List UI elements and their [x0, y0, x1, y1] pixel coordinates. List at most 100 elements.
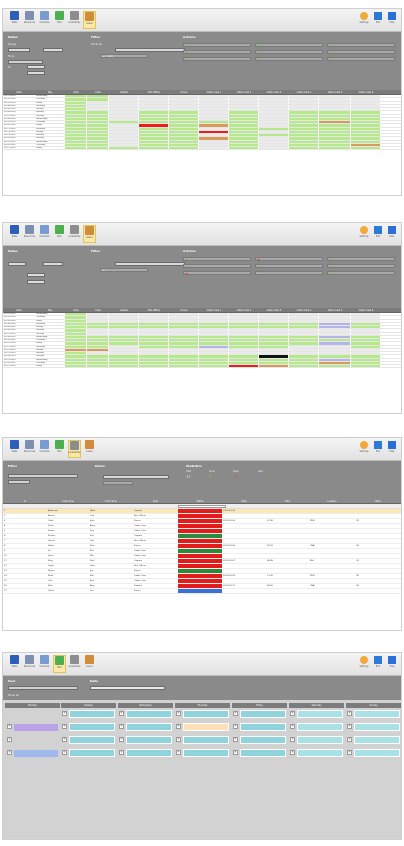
- shift-cell[interactable]: [87, 114, 109, 117]
- shift-cell[interactable]: [199, 326, 229, 329]
- shift-cell[interactable]: [199, 117, 229, 120]
- date-select-2[interactable]: [27, 280, 45, 284]
- shift-cell[interactable]: [87, 134, 109, 137]
- add-shift-button[interactable]: +: [176, 737, 181, 742]
- shift-cell[interactable]: [65, 124, 87, 127]
- action-button-8[interactable]: [327, 50, 395, 54]
- shift-cell[interactable]: [65, 147, 87, 150]
- shift-cell[interactable]: [229, 134, 259, 137]
- col-last-name[interactable]: Last name: [47, 499, 89, 503]
- add-shift-button[interactable]: +: [233, 724, 238, 729]
- shift-cell[interactable]: [199, 319, 229, 322]
- shift-cell[interactable]: [139, 121, 169, 124]
- col-duty[interactable]: Duty: [65, 90, 87, 94]
- shift-cell[interactable]: [351, 121, 381, 124]
- range-to-input[interactable]: [43, 262, 63, 266]
- shift-cell[interactable]: [87, 117, 109, 120]
- shift-cell[interactable]: [229, 316, 259, 319]
- col-cabin-6[interactable]: Cabin Crew 6: [351, 308, 381, 312]
- toolbar-button-settings[interactable]: Settings: [358, 226, 370, 243]
- shift-cell[interactable]: [289, 348, 319, 351]
- add-shift-button[interactable]: +: [7, 724, 12, 729]
- filter-input[interactable]: [8, 474, 78, 478]
- col-captain[interactable]: Captain: [109, 308, 139, 312]
- shift-cell[interactable]: [65, 352, 87, 355]
- shift-cell[interactable]: [169, 111, 199, 114]
- shift-slot[interactable]: [297, 710, 343, 718]
- toolbar-button-leave[interactable]: Leave: [83, 225, 96, 243]
- shift-cell[interactable]: [319, 339, 351, 342]
- shift-cell[interactable]: [109, 361, 139, 364]
- shift-cell[interactable]: [229, 143, 259, 146]
- shift-cell[interactable]: [65, 355, 87, 358]
- col-cabin-6[interactable]: Cabin Crew 6: [351, 90, 381, 94]
- shift-cell[interactable]: [229, 104, 259, 107]
- shift-cell[interactable]: [351, 358, 381, 361]
- shift-cell[interactable]: [229, 319, 259, 322]
- shift-cell[interactable]: [109, 147, 139, 150]
- shift-cell[interactable]: [229, 140, 259, 143]
- shift-cell[interactable]: [319, 316, 351, 319]
- shift-cell[interactable]: [229, 326, 259, 329]
- toolbar-button-resources[interactable]: Resources: [23, 11, 36, 29]
- shift-slot[interactable]: [240, 749, 286, 757]
- shift-cell[interactable]: [229, 361, 259, 364]
- shift-cell[interactable]: [229, 111, 259, 114]
- shift-cell[interactable]: [169, 114, 199, 117]
- shift-cell[interactable]: [139, 319, 169, 322]
- shift-cell[interactable]: [199, 335, 229, 338]
- shift-cell[interactable]: [139, 355, 169, 358]
- shift-cell[interactable]: [109, 98, 139, 101]
- shift-cell[interactable]: [109, 329, 139, 332]
- shift-cell[interactable]: [319, 108, 351, 111]
- shift-slot[interactable]: [354, 736, 400, 744]
- shift-cell[interactable]: [65, 134, 87, 137]
- shift-cell[interactable]: [199, 114, 229, 117]
- col-first-name[interactable]: First name: [89, 499, 133, 503]
- shift-cell[interactable]: [139, 342, 169, 345]
- shift-cell[interactable]: [169, 127, 199, 130]
- col-cabin-1[interactable]: Cabin Crew 1: [199, 308, 229, 312]
- shift-cell[interactable]: [139, 117, 169, 120]
- shift-cell[interactable]: [289, 95, 319, 98]
- col-crew[interactable]: Crew: [87, 90, 109, 94]
- shift-cell[interactable]: [229, 114, 259, 117]
- shift-cell[interactable]: [199, 108, 229, 111]
- shift-cell[interactable]: [351, 352, 381, 355]
- shift-cell[interactable]: [289, 313, 319, 316]
- shift-cell[interactable]: [319, 348, 351, 351]
- shift-cell[interactable]: [169, 352, 199, 355]
- shift-cell[interactable]: [229, 124, 259, 127]
- shift-cell[interactable]: [199, 313, 229, 316]
- shift-cell[interactable]: [289, 326, 319, 329]
- shift-cell[interactable]: [87, 130, 109, 133]
- shift-cell[interactable]: [229, 342, 259, 345]
- shift-cell[interactable]: [319, 137, 351, 140]
- shift-cell[interactable]: [259, 365, 289, 368]
- shift-cell[interactable]: [199, 134, 229, 137]
- shift-cell[interactable]: [139, 329, 169, 332]
- shift-cell[interactable]: [259, 316, 289, 319]
- shift-cell[interactable]: [199, 104, 229, 107]
- toolbar-button-plan[interactable]: Plan: [53, 225, 66, 243]
- shift-cell[interactable]: [351, 339, 381, 342]
- shift-cell[interactable]: [87, 322, 109, 325]
- apply-button[interactable]: [103, 481, 133, 485]
- shift-slot[interactable]: [69, 723, 115, 731]
- shift-cell[interactable]: [65, 361, 87, 364]
- shift-cell[interactable]: [319, 332, 351, 335]
- action-button-6[interactable]: [255, 271, 323, 275]
- action-button-5[interactable]: [255, 264, 323, 268]
- shift-slot[interactable]: [69, 710, 115, 718]
- shift-cell[interactable]: [139, 358, 169, 361]
- shift-cell[interactable]: [289, 134, 319, 137]
- shift-cell[interactable]: [109, 137, 139, 140]
- shift-cell[interactable]: [229, 348, 259, 351]
- shift-cell[interactable]: [169, 121, 199, 124]
- shift-cell[interactable]: [351, 316, 381, 319]
- shift-cell[interactable]: [109, 332, 139, 335]
- range-from-input[interactable]: [8, 48, 30, 52]
- shift-cell[interactable]: [109, 101, 139, 104]
- shift-cell[interactable]: [351, 111, 381, 114]
- action-button-7[interactable]: [327, 257, 395, 261]
